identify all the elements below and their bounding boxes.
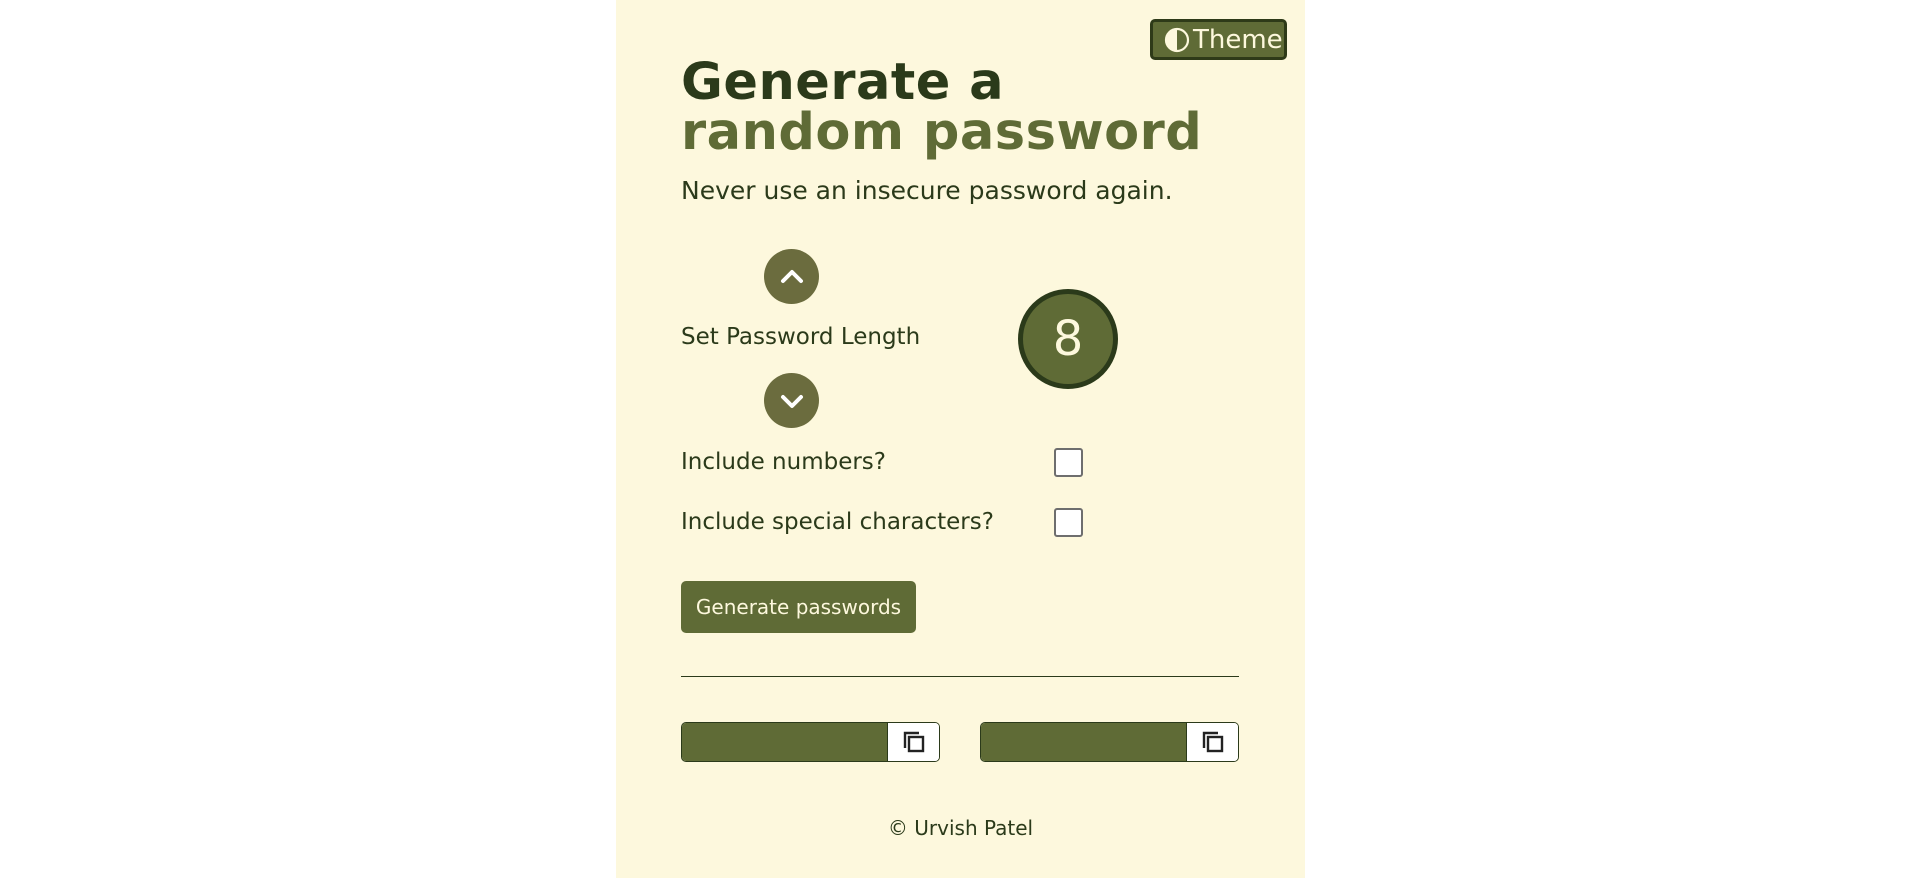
copy-password-1-button[interactable] bbox=[887, 723, 939, 761]
page-title-line2: random password bbox=[681, 103, 1203, 162]
page-subtitle: Never use an insecure password again. bbox=[681, 176, 1173, 205]
password-output-2 bbox=[980, 722, 1239, 762]
decrease-length-button[interactable] bbox=[764, 373, 819, 428]
include-special-characters-checkbox[interactable] bbox=[1054, 508, 1083, 537]
chevron-down-icon bbox=[780, 394, 803, 408]
include-numbers-label: Include numbers? bbox=[681, 449, 886, 475]
generate-passwords-button[interactable]: Generate passwords bbox=[681, 581, 916, 633]
copy-icon bbox=[1202, 731, 1223, 753]
divider bbox=[681, 676, 1239, 677]
footer-copyright: © Urvish Patel bbox=[887, 816, 1034, 840]
copy-password-2-button[interactable] bbox=[1186, 723, 1238, 761]
chevron-up-icon bbox=[780, 269, 803, 283]
page-title: Generate a random password bbox=[681, 53, 1203, 162]
page-title-line1: Generate a bbox=[681, 53, 1005, 112]
half-circle-contrast-icon bbox=[1163, 26, 1191, 54]
password-output-2-text[interactable] bbox=[981, 723, 1186, 761]
increase-length-button[interactable] bbox=[764, 249, 819, 304]
theme-toggle-label: Theme bbox=[1193, 24, 1283, 55]
copy-icon bbox=[903, 731, 924, 753]
password-output-1-text[interactable] bbox=[682, 723, 887, 761]
password-length-value: 8 bbox=[1018, 289, 1118, 389]
theme-toggle-button[interactable]: Theme bbox=[1150, 19, 1287, 60]
password-output-1 bbox=[681, 722, 940, 762]
include-special-characters-label: Include special characters? bbox=[681, 509, 994, 535]
include-numbers-checkbox[interactable] bbox=[1054, 448, 1083, 477]
password-length-label: Set Password Length bbox=[681, 324, 921, 350]
